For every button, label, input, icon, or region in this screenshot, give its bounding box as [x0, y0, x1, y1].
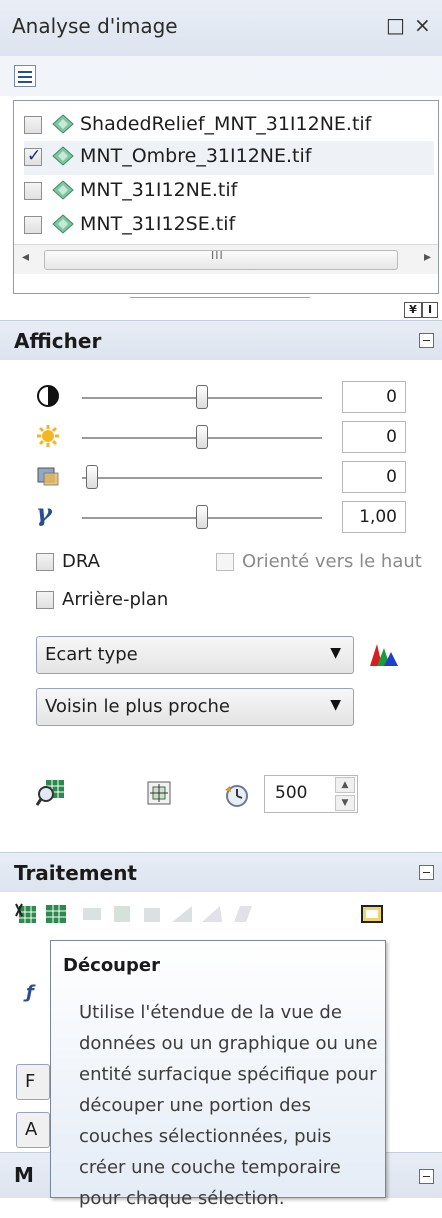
chevron-down-icon: ▼ — [330, 697, 341, 713]
collapse-all-icon[interactable]: ¥ — [404, 302, 422, 318]
scroll-left-icon[interactable]: ◂ — [22, 249, 29, 265]
tooltip-title: Découper — [63, 955, 160, 976]
panel-title: Analyse d'image — [12, 14, 178, 38]
collapse-icon[interactable] — [419, 1169, 434, 1184]
layer-checkbox[interactable] — [24, 116, 42, 134]
layer-name: MNT_31I12SE.tif — [80, 213, 236, 235]
ndvi-icon — [114, 906, 130, 922]
maximize-button[interactable]: □ — [386, 13, 405, 37]
partial-dropdown[interactable]: F — [16, 1064, 50, 1100]
transparency-slider-track[interactable] — [82, 477, 322, 479]
gamma-slider-knob[interactable] — [196, 505, 208, 529]
partial-label-f: F — [25, 1071, 36, 1092]
raster-layer-icon — [52, 214, 74, 234]
layer-checkbox[interactable] — [24, 182, 42, 200]
compare-icon — [83, 908, 101, 920]
orthorectify-icon — [234, 906, 252, 922]
layer-item[interactable]: ShadedRelief_MNT_31I12NE.tif — [24, 109, 434, 143]
list-view-icon[interactable] — [14, 65, 36, 87]
clip-icon[interactable] — [14, 902, 38, 926]
processing-section-header[interactable]: Traitement — [0, 852, 442, 892]
transparency-value[interactable]: 0 — [342, 461, 406, 493]
spin-down-icon[interactable]: ▼ — [335, 795, 355, 811]
partial-label-a: A — [25, 1119, 38, 1140]
layer-item[interactable]: MNT_31I12NE.tif — [24, 175, 434, 209]
contrast-value[interactable]: 0 — [342, 381, 406, 413]
zoom-resolution-icon[interactable] — [36, 778, 66, 808]
raster-layer-icon — [52, 146, 74, 166]
dra-checkbox-box[interactable] — [36, 553, 54, 571]
spin-up-icon[interactable]: ▲ — [335, 777, 355, 793]
background-checkbox[interactable]: Arrière-plan — [36, 588, 236, 614]
gamma-row: γ 1,00 — [0, 496, 442, 536]
processing-section-title: Traitement — [14, 861, 137, 885]
raster-layer-icon — [52, 114, 74, 134]
contrast-slider-knob[interactable] — [196, 385, 208, 409]
collapse-icon[interactable] — [419, 333, 434, 348]
layer-name: MNT_Ombre_31I12NE.tif — [80, 145, 312, 167]
dra-checkbox[interactable]: DRA — [36, 550, 176, 576]
scrollbar-grip: III — [211, 249, 224, 262]
histogram-icon[interactable] — [368, 640, 400, 668]
dra-label: DRA — [62, 551, 100, 572]
resampling-value: Voisin le plus proche — [45, 696, 230, 717]
brightness-icon — [37, 425, 59, 447]
scroll-right-icon[interactable]: ▸ — [424, 249, 431, 265]
layer-checkbox[interactable] — [24, 146, 42, 166]
chevron-down-icon: ▼ — [330, 645, 341, 661]
horizontal-scrollbar[interactable]: ◂ III ▸ — [14, 244, 438, 274]
partial-button[interactable]: A — [16, 1112, 50, 1148]
collapse-icon[interactable] — [419, 865, 434, 880]
mosaic-icon[interactable] — [44, 902, 68, 926]
refresh-interval-spinner[interactable]: 500 ▲ ▼ — [264, 775, 358, 813]
function-icon[interactable]: ƒ — [26, 982, 34, 1003]
display-section-title: Afficher — [14, 329, 102, 353]
brightness-value[interactable]: 0 — [342, 421, 406, 453]
orient-north-checkbox: Orienté vers le haut — [216, 550, 442, 576]
panel-titlebar: Analyse d'image □ × — [0, 0, 442, 56]
aspect-icon — [202, 906, 222, 922]
layer-name: ShadedRelief_MNT_31I12NE.tif — [80, 113, 372, 135]
stretch-dropdown[interactable]: Ecart type ▼ — [36, 636, 354, 674]
close-button[interactable]: × — [414, 13, 431, 37]
export-icon[interactable] — [360, 902, 384, 926]
orient-north-checkbox-box — [216, 553, 234, 571]
display-section-header[interactable]: Afficher — [0, 320, 442, 360]
layer-checkbox[interactable] — [24, 216, 42, 234]
layer-name: MNT_31I12NE.tif — [80, 179, 238, 201]
hillshade-icon — [144, 908, 160, 922]
layer-item[interactable]: MNT_Ombre_31I12NE.tif — [24, 141, 434, 175]
resampling-dropdown[interactable]: Voisin le plus proche ▼ — [36, 688, 354, 726]
clip-tooltip: Découper Utilise l'étendue de la vue de … — [50, 940, 386, 1209]
transparency-icon — [37, 467, 59, 486]
refresh-interval-icon — [225, 785, 248, 807]
third-section-title: M — [14, 1163, 34, 1187]
contrast-row: 0 — [0, 376, 442, 416]
contrast-icon — [37, 385, 59, 407]
refresh-interval-value: 500 — [275, 783, 308, 803]
raster-layer-icon — [52, 180, 74, 200]
gamma-value[interactable]: 1,00 — [342, 501, 406, 533]
tooltip-body: Utilise l'étendue de la vue de données o… — [79, 1002, 378, 1209]
pin-icon[interactable]: I — [422, 302, 438, 318]
layer-item[interactable]: MNT_31I12SE.tif — [24, 209, 434, 243]
panel-toolbar — [0, 56, 442, 96]
brightness-slider-knob[interactable] — [196, 425, 208, 449]
splitter[interactable] — [130, 297, 310, 298]
background-checkbox-box[interactable] — [36, 591, 54, 609]
transparency-slider-knob[interactable] — [86, 465, 98, 489]
transparency-row: 0 — [0, 456, 442, 496]
brightness-row: 0 — [0, 416, 442, 456]
gamma-icon: γ — [36, 498, 52, 527]
processing-toolbar — [14, 902, 414, 932]
background-label: Arrière-plan — [62, 589, 169, 610]
fit-extent-icon[interactable] — [146, 780, 172, 806]
orient-north-label: Orienté vers le haut — [242, 551, 422, 572]
slope-icon — [172, 906, 192, 922]
stretch-value: Ecart type — [45, 644, 138, 665]
